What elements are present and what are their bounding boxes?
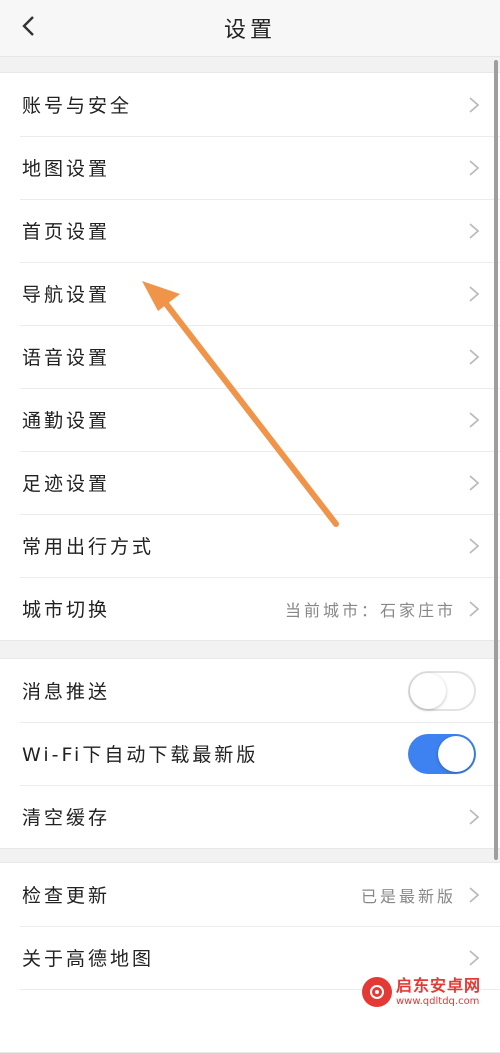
row-home-settings[interactable]: 首页设置 [0,199,500,262]
row-wifi-auto-download: Wi-Fi下自动下载最新版 [0,722,500,785]
settings-group-about: 检查更新 已是最新版 关于高德地图 [0,862,500,1053]
row-label: 城市切换 [22,599,111,621]
row-label: 账号与安全 [22,95,133,117]
chevron-right-icon [469,159,480,176]
row-city-switch[interactable]: 城市切换 当前城市：石家庄市 [0,577,500,640]
row-label: 地图设置 [22,158,111,180]
wifi-auto-download-toggle[interactable] [408,733,476,774]
toggle-knob [410,672,446,709]
row-clear-cache[interactable]: 清空缓存 [0,785,500,848]
row-label: Wi-Fi下自动下载最新版 [22,744,259,766]
row-push-notifications: 消息推送 [0,659,500,722]
watermark-name: 启东安卓网 [396,975,482,995]
row-map-settings[interactable]: 地图设置 [0,136,500,199]
row-label: 语音设置 [22,347,111,369]
row-check-update[interactable]: 检查更新 已是最新版 [0,863,500,926]
watermark-text: 启东安卓网 www.qdltdq.com [396,975,482,1007]
chevron-right-icon [469,285,480,302]
row-label: 清空缓存 [22,807,111,829]
toggle-knob [438,735,474,772]
watermark: 启东安卓网 www.qdltdq.com [362,972,494,1012]
row-label: 导航设置 [22,284,111,306]
row-commute-settings[interactable]: 通勤设置 [0,388,500,451]
row-voice-settings[interactable]: 语音设置 [0,325,500,388]
watermark-logo-icon [362,977,392,1007]
row-label: 消息推送 [22,681,111,703]
row-label: 足迹设置 [22,473,111,495]
header: 设置 [0,0,500,57]
chevron-right-icon [469,808,480,825]
row-label: 常用出行方式 [22,536,155,558]
chevron-right-icon [469,348,480,365]
chevron-right-icon [469,886,480,903]
row-travel-mode[interactable]: 常用出行方式 [0,514,500,577]
row-footprint-settings[interactable]: 足迹设置 [0,451,500,514]
row-navigation-settings[interactable]: 导航设置 [0,262,500,325]
chevron-right-icon [469,96,480,113]
chevron-right-icon [469,222,480,239]
row-label: 通勤设置 [22,410,111,432]
settings-group-account: 账号与安全 地图设置 首页设置 导航设置 语音设置 通勤设置 足迹设置 常用出行… [0,72,500,641]
row-account-security[interactable]: 账号与安全 [0,73,500,136]
row-label: 关于高德地图 [22,948,155,970]
scrollbar[interactable] [494,60,498,860]
chevron-right-icon [469,600,480,617]
update-status-value: 已是最新版 [360,886,456,906]
chevron-right-icon [469,537,480,554]
current-city-value: 当前城市：石家庄市 [284,600,456,620]
page-title: 设置 [223,18,276,43]
row-label: 检查更新 [22,885,111,907]
chevron-right-icon [469,474,480,491]
push-notifications-toggle[interactable] [408,670,476,711]
watermark-url: www.qdltdq.com [396,995,480,1007]
chevron-right-icon [469,949,480,966]
chevron-right-icon [469,411,480,428]
settings-group-general: 消息推送 Wi-Fi下自动下载最新版 清空缓存 [0,658,500,849]
row-label: 首页设置 [22,221,111,243]
